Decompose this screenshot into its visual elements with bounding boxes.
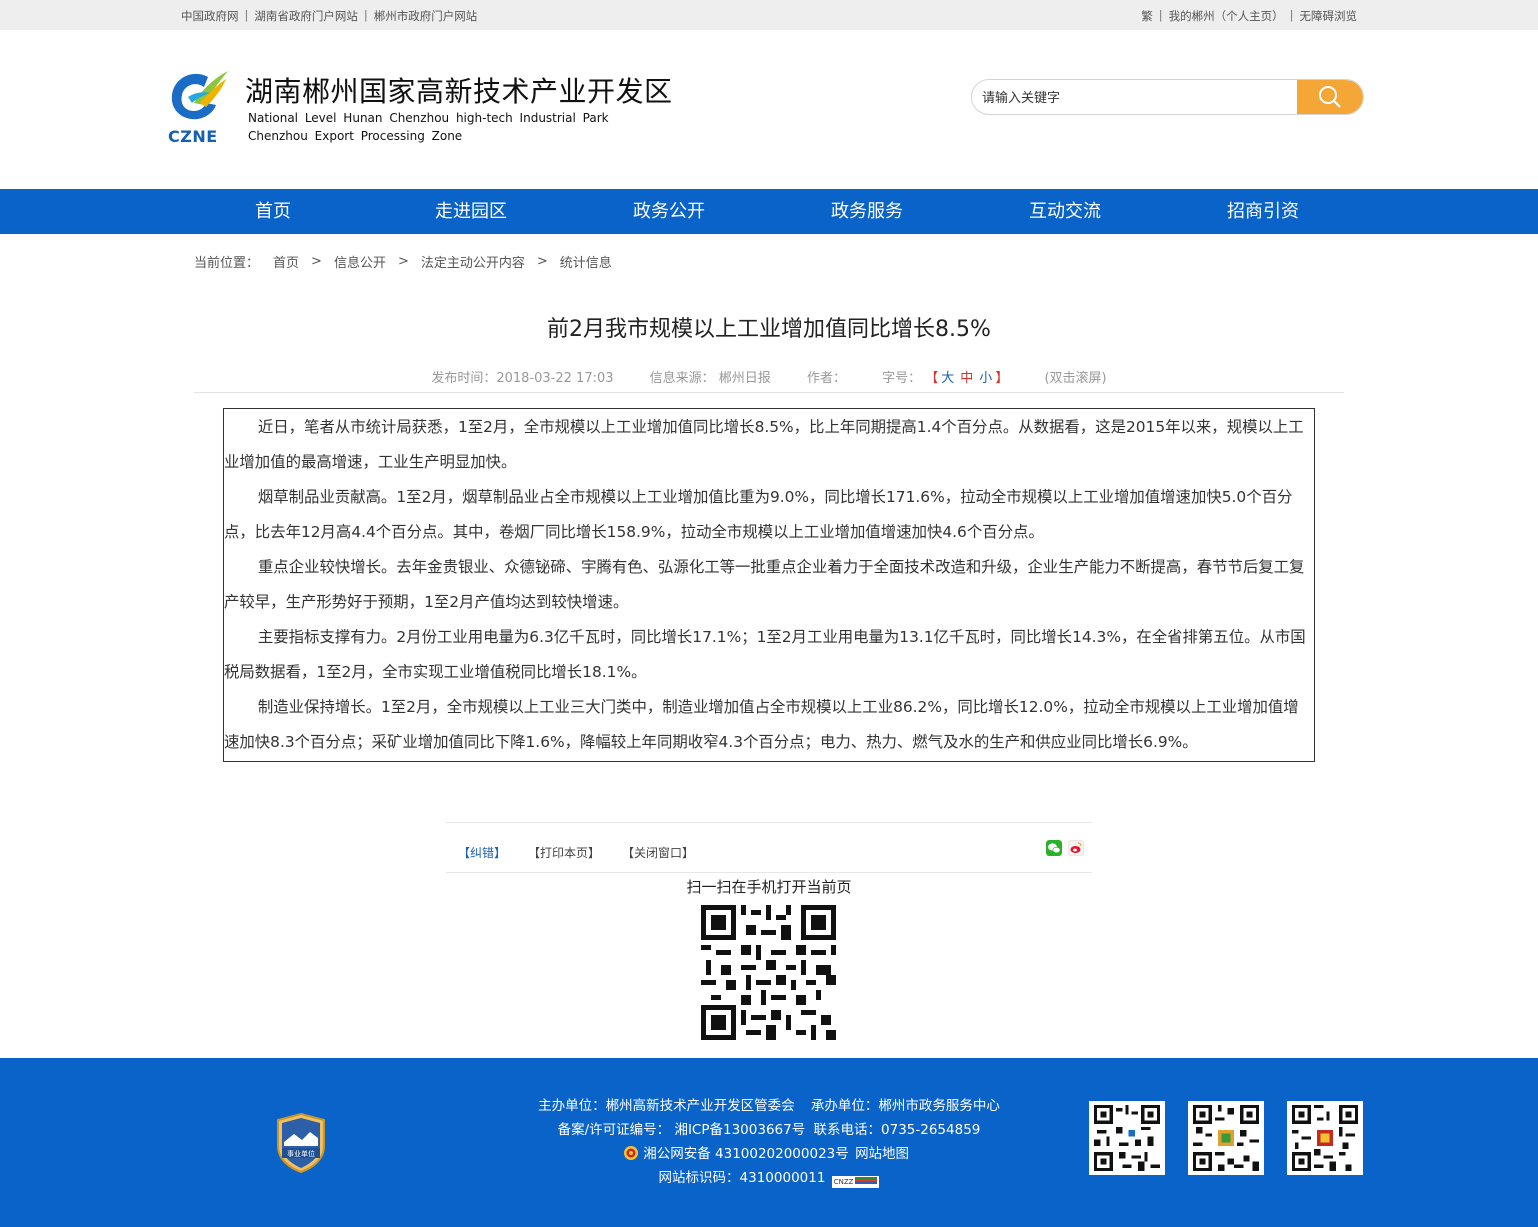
site-title: 湖南郴州国家高新技术产业开发区 (245, 75, 673, 108)
footer-undertake: 承办单位：郴州市政务服务中心 (810, 1098, 1000, 1114)
footer-qr-code-icon (1287, 1101, 1363, 1175)
search-icon (1319, 86, 1341, 108)
police-emblem-icon (623, 1146, 638, 1160)
breadcrumb-item-statutory[interactable]: 法定主动公开内容 (421, 252, 525, 271)
separator: | (1158, 8, 1163, 22)
font-size-small[interactable]: 小 (979, 371, 992, 386)
cnzz-stripes (855, 1177, 878, 1184)
link-hunan-gov[interactable]: 湖南省政府门户网站 (254, 8, 358, 24)
cnzz-badge[interactable]: CNZZ (831, 1176, 880, 1188)
font-size-large[interactable]: 大 (941, 371, 954, 386)
font-size-label: 字号： (882, 371, 922, 386)
link-accessibility[interactable]: 无障碍浏览 (1300, 8, 1358, 24)
breadcrumb-label: 当前位置： (194, 256, 260, 271)
font-size-selector: 字号： 【大中小】 (882, 371, 1012, 386)
link-my-chenzhou[interactable]: 我的郴州（个人主页） (1169, 8, 1284, 24)
footer-icp[interactable]: 备案/许可证编号： 湘ICP备13003667号 (558, 1122, 806, 1138)
divider (446, 822, 1092, 823)
footer-phone: 联系电话：0735-2654859 (813, 1122, 981, 1138)
top-links-left: 中国政府网 | 湖南省政府门户网站 | 郴州市政府门户网站 (181, 8, 477, 24)
close-window-button[interactable]: 【关闭窗口】 (622, 844, 694, 861)
article-paragraph: 主要指标支撑有力。2月份工业用电量为6.3亿千瓦时，同比增长17.1%；1至2月… (224, 628, 1306, 681)
dblclick-scroll[interactable]: (双击滚屏) (1044, 371, 1106, 386)
footer-police-record[interactable]: 湘公网安备 43100202000023号 (643, 1146, 849, 1162)
article-title: 前2月我市规模以上工业增加值同比增长8.5% (547, 317, 991, 342)
article-paragraph: 重点企业较快增长。去年金贵银业、众德铋碲、宇腾有色、弘源化工等一批重点企业着力于… (224, 558, 1305, 611)
search-box (971, 79, 1364, 115)
footer-sitemap[interactable]: 网站地图 (855, 1146, 909, 1162)
article-tools: 【纠错】 【打印本页】 【关闭窗口】 (458, 844, 694, 861)
link-china-gov[interactable]: 中国政府网 (181, 8, 239, 24)
page-qr-code-icon (701, 905, 836, 1040)
footer-qr-code-icon (1188, 1101, 1264, 1175)
bracket-open: 【 (925, 371, 939, 386)
breadcrumb-separator: > (311, 254, 322, 269)
article-paragraph: 制造业保持增长。1至2月，全市规模以上工业三大门类中，制造业增加值占全市规模以上… (224, 698, 1299, 751)
separator: | (1289, 8, 1294, 22)
breadcrumb-separator: > (397, 254, 409, 269)
breadcrumb: 当前位置： 首页 > 信息公开 > 法定主动公开内容 > 统计信息 (194, 252, 612, 271)
site-subtitle-en-2: Chenzhou Export Processing Zone (248, 129, 463, 143)
site-footer: 事业单位 主办单位：郴州高新技术产业开发区管委会 承办单位：郴州市政务服务中心 … (0, 1058, 1538, 1227)
article-paragraph: 烟草制品业贡献高。1至2月，烟草制品业占全市规模以上工业增加值比重为9.0%，同… (224, 488, 1293, 541)
article-paragraph: 近日，笔者从市统计局获悉，1至2月，全市规模以上工业增加值同比增长8.5%，比上… (224, 418, 1304, 471)
top-bar: 中国政府网 | 湖南省政府门户网站 | 郴州市政府门户网站 繁 | 我的郴州（个… (0, 0, 1538, 30)
publish-time: 发布时间：2018-03-22 17:03 (431, 371, 614, 386)
breadcrumb-separator: > (536, 254, 548, 269)
breadcrumb-item-home[interactable]: 首页 (273, 252, 299, 271)
share-buttons (1046, 840, 1084, 856)
search-input[interactable] (982, 88, 1282, 108)
scan-prompt: 扫一扫在手机打开当前页 (686, 878, 852, 896)
site-subtitle-en-1: National Level Hunan Chenzhou high-tech … (248, 111, 609, 125)
nav-item-home[interactable]: 首页 (174, 189, 372, 234)
footer-host: 主办单位：郴州高新技术产业开发区管委会 (538, 1098, 795, 1114)
divider (446, 872, 1092, 873)
bracket-close: 】 (995, 371, 1009, 386)
nav-item-investment[interactable]: 招商引资 (1164, 189, 1362, 234)
separator: | (363, 8, 368, 22)
nav-item-about-park[interactable]: 走进园区 (372, 189, 570, 234)
footer-site-id: 网站标识码：4310000011 (658, 1170, 826, 1186)
breadcrumb-item-info-public[interactable]: 信息公开 (334, 252, 386, 271)
nav-item-gov-affairs[interactable]: 政务公开 (570, 189, 768, 234)
source: 信息来源： 郴州日报 (649, 371, 771, 386)
link-traditional[interactable]: 繁 (1141, 8, 1153, 24)
font-size-medium[interactable]: 中 (960, 371, 973, 386)
nav-item-gov-services[interactable]: 政务服务 (768, 189, 966, 234)
correct-error-button[interactable]: 【纠错】 (458, 844, 506, 861)
separator: | (244, 8, 249, 22)
divider (194, 392, 1344, 393)
wechat-icon[interactable] (1046, 840, 1062, 856)
nav-item-interaction[interactable]: 互动交流 (966, 189, 1164, 234)
article-meta: 发布时间：2018-03-22 17:03 信息来源： 郴州日报 作者： 字号：… (0, 367, 1538, 386)
author: 作者： (806, 371, 846, 386)
weibo-icon[interactable] (1068, 840, 1084, 856)
site-header: CZNE 湖南郴州国家高新技术产业开发区 National Level Huna… (0, 30, 1538, 189)
article-body: 近日，笔者从市统计局获悉，1至2月，全市规模以上工业增加值同比增长8.5%，比上… (223, 408, 1315, 762)
print-button[interactable]: 【打印本页】 (528, 844, 600, 861)
link-chenzhou-gov[interactable]: 郴州市政府门户网站 (374, 8, 478, 24)
logo-text: CZNE (168, 127, 218, 146)
footer-qr-code-icon (1089, 1101, 1165, 1175)
cnzz-text: CNZZ (833, 1178, 854, 1186)
main-nav: 首页 走进园区 政务公开 政务服务 互动交流 招商引资 (0, 189, 1538, 234)
search-button[interactable] (1297, 80, 1363, 114)
top-links-right: 繁 | 我的郴州（个人主页） | 无障碍浏览 (1141, 8, 1357, 24)
breadcrumb-item-statistics[interactable]: 统计信息 (560, 252, 612, 271)
